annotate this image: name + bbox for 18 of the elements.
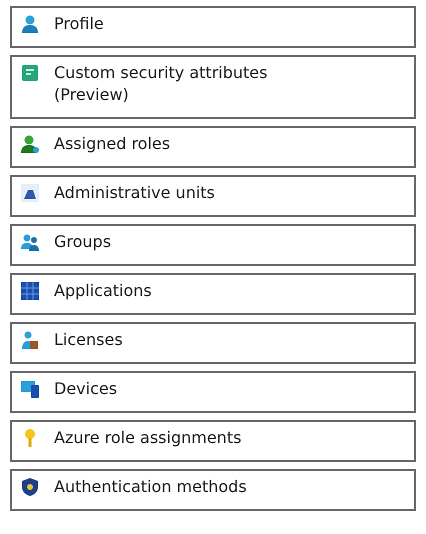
people-icon bbox=[20, 232, 40, 252]
person-icon bbox=[20, 134, 40, 154]
menu-item[interactable]: Profile bbox=[10, 6, 416, 48]
menu-item[interactable]: Licenses bbox=[10, 322, 416, 364]
menu-item[interactable]: Assigned roles bbox=[10, 126, 416, 168]
menu-item[interactable]: Groups bbox=[10, 224, 416, 266]
shield-icon bbox=[20, 477, 40, 497]
devices-icon bbox=[20, 379, 40, 399]
grid-icon bbox=[20, 281, 40, 301]
menu-item[interactable]: Devices bbox=[10, 371, 416, 413]
menu-item[interactable]: Administrative units bbox=[10, 175, 416, 217]
menu-item[interactable]: Azure role assignments bbox=[10, 420, 416, 462]
menu-item[interactable]: Authentication methods bbox=[10, 469, 416, 511]
attributes-icon bbox=[20, 63, 40, 83]
person-icon bbox=[20, 330, 40, 350]
menu-item[interactable]: Applications bbox=[10, 273, 416, 315]
menu-item[interactable]: Custom security attributes (Preview) bbox=[10, 55, 416, 119]
person-icon bbox=[20, 14, 40, 34]
